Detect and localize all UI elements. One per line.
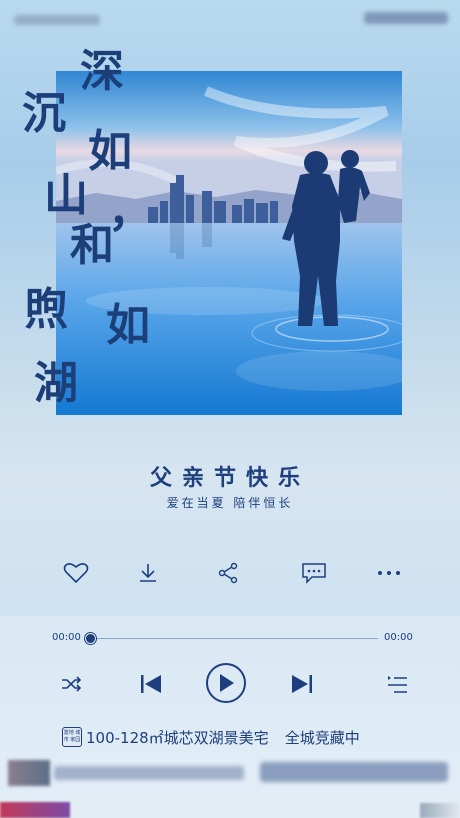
action-bar [0, 558, 460, 588]
corner-decoration-left [0, 802, 70, 818]
play-icon [220, 674, 234, 692]
song-title: 父亲节快乐 [149, 466, 310, 491]
playlist-icon[interactable] [384, 674, 410, 696]
developer-logo: 置地 城市 家园 [62, 727, 82, 747]
play-button[interactable] [206, 663, 246, 703]
player-panel [0, 616, 460, 818]
headline-char-6: 煦 [24, 284, 68, 335]
headline-char-7: 如 [106, 300, 150, 351]
headline-char-8: 湖 [34, 358, 78, 409]
headline-char-2: 沉 [22, 88, 66, 139]
progress-handle[interactable] [85, 633, 96, 644]
comment-icon[interactable] [299, 558, 329, 588]
blurred-header-text-right [364, 12, 448, 24]
current-time: 00:00 [52, 632, 81, 643]
total-time: 00:00 [384, 632, 413, 643]
headline-char-4: 山 [44, 170, 88, 221]
download-icon[interactable] [133, 558, 163, 588]
blurred-header-text-left [14, 15, 100, 25]
headline-char-1: 深 [80, 46, 124, 97]
more-icon[interactable] [374, 558, 404, 588]
next-icon[interactable] [289, 672, 315, 696]
blurred-footer [4, 760, 452, 786]
heart-icon[interactable] [61, 558, 91, 588]
share-icon[interactable] [213, 558, 243, 588]
headline-char-5: 和 [70, 220, 114, 271]
song-subtitle: 爱在当夏 陪伴恒长 [166, 496, 294, 510]
progress-track[interactable] [90, 638, 378, 639]
shuffle-icon[interactable] [58, 674, 84, 694]
corner-decoration-right [420, 803, 460, 818]
promo-text: 100-128㎡城芯双湖景美宅 [86, 728, 269, 747]
promo-line: 置地 城市 家园 100-128㎡城芯双湖景美宅 全城竞藏中 [62, 726, 360, 748]
promo-status: 全城竞藏中 [284, 728, 360, 747]
previous-icon[interactable] [138, 672, 164, 696]
headline-comma: ， [108, 186, 152, 237]
headline-char-3: 如 [88, 126, 132, 177]
